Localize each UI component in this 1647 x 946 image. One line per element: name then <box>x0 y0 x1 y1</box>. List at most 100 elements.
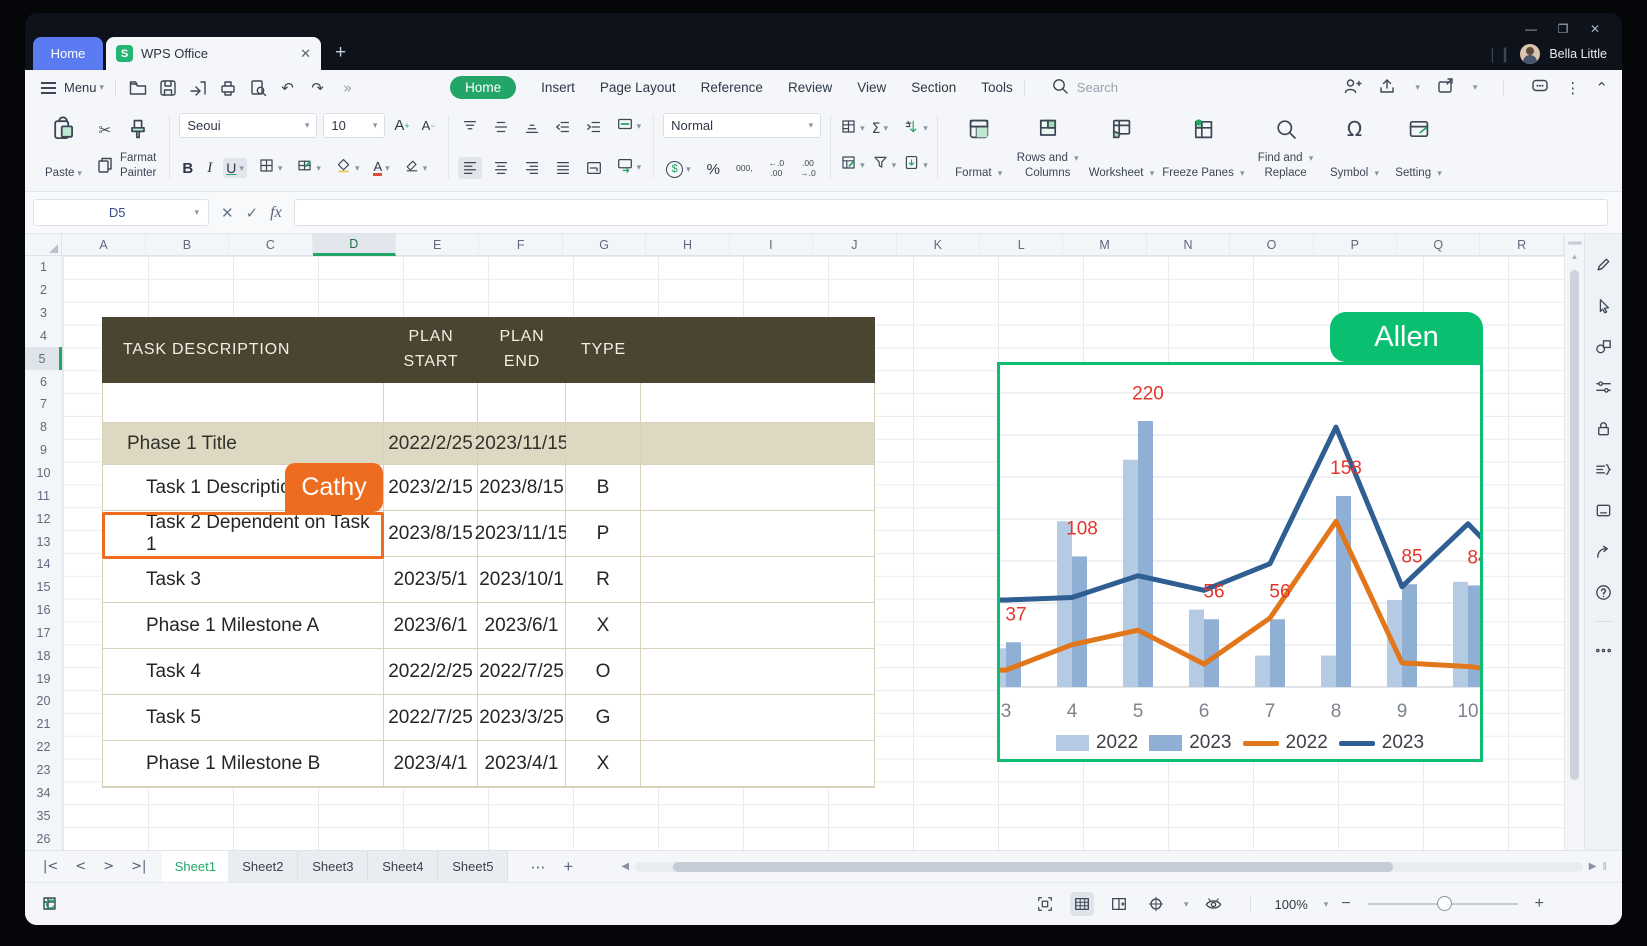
cell-type[interactable] <box>566 423 641 465</box>
align-right-icon[interactable] <box>520 157 544 179</box>
cell-task-description[interactable]: Phase 1 Milestone B <box>103 741 384 787</box>
comment-icon[interactable] <box>1530 76 1550 99</box>
cell-task-description[interactable] <box>103 383 384 423</box>
copy-icon[interactable] <box>94 155 116 175</box>
column-header-P[interactable]: P <box>1314 234 1397 256</box>
symbol-button[interactable]: ΩSymbol ▾ <box>1323 112 1387 182</box>
cell-type[interactable]: X <box>566 741 641 787</box>
cell-plan-end[interactable]: 2023/4/1 <box>478 741 566 787</box>
decrease-font-icon[interactable]: A− <box>419 116 439 135</box>
zoom-slider-thumb[interactable] <box>1437 896 1452 911</box>
hamburger-menu-icon[interactable] <box>41 79 56 97</box>
row-header-17[interactable]: 17 <box>25 622 62 645</box>
cell-task-description[interactable]: Phase 1 Milestone A <box>103 603 384 649</box>
row-header-19[interactable]: 19 <box>25 667 62 690</box>
menu-button[interactable]: Menu <box>64 80 97 95</box>
reading-view-icon[interactable] <box>1202 892 1226 916</box>
borders-button[interactable]: ▾ <box>255 155 286 181</box>
eraser-button[interactable]: ▾ <box>401 156 431 181</box>
first-sheet-icon[interactable]: |< <box>43 859 58 874</box>
cell-plan-end[interactable]: 2023/10/1 <box>478 557 566 603</box>
row-header-16[interactable]: 16 <box>25 599 62 622</box>
cell-plan-start[interactable]: 2023/2/15 <box>384 465 478 511</box>
zoom-out-button[interactable]: − <box>1341 895 1350 913</box>
save-as-icon[interactable] <box>1435 76 1455 99</box>
align-top-icon[interactable] <box>458 116 482 138</box>
share-icon[interactable] <box>1377 76 1397 99</box>
cell-type[interactable]: R <box>566 557 641 603</box>
scroll-left-icon[interactable]: ◀ <box>621 861 629 872</box>
sheet-tab-sheet3[interactable]: Sheet3 <box>298 851 368 883</box>
zoom-in-button[interactable]: + <box>1535 895 1544 913</box>
ribbon-tab-tools[interactable]: Tools <box>981 80 1013 95</box>
italic-button[interactable]: I <box>204 158 215 179</box>
decrease-decimal-icon[interactable]: .00 →.0 <box>797 157 819 181</box>
cell-plan-start[interactable]: 2022/7/25 <box>384 695 478 741</box>
ribbon-tab-review[interactable]: Review <box>788 80 832 95</box>
cut-icon[interactable]: ✂ <box>94 120 116 140</box>
spreadsheet-grid[interactable]: ABCDEFGHIJKLMNOPQR 123456789101112131415… <box>25 234 1564 850</box>
currency-format-button[interactable]: $▾ <box>663 159 694 180</box>
open-file-icon[interactable] <box>127 77 148 98</box>
more-options-icon[interactable]: ⋮ <box>1565 79 1580 97</box>
find-and-button[interactable]: Find and ▾Replace <box>1249 112 1323 182</box>
row-header-10[interactable]: 10 <box>25 462 62 485</box>
format-button[interactable]: Format ▾ <box>947 112 1011 182</box>
combo-chart[interactable]: 3731084220556656715888598410 20222023202… <box>997 362 1483 762</box>
normal-view-icon[interactable] <box>1070 892 1094 916</box>
export-data-icon[interactable] <box>1594 449 1613 490</box>
row-header-7[interactable]: 7 <box>25 393 62 416</box>
more-tools-icon[interactable] <box>1594 630 1613 671</box>
sheet-tab-sheet1[interactable]: Sheet1 <box>162 851 228 883</box>
split-handle-icon[interactable]: ‖ <box>1602 861 1608 873</box>
percent-format-icon[interactable]: % <box>704 159 723 180</box>
column-header-H[interactable]: H <box>646 234 729 256</box>
cell-empty[interactable] <box>641 741 874 787</box>
prev-sheet-icon[interactable]: < <box>75 859 86 874</box>
sheet-tab-sheet5[interactable]: Sheet5 <box>438 851 508 883</box>
vertical-scroll-thumb[interactable] <box>1570 270 1579 780</box>
cancel-entry-icon[interactable]: ✕ <box>221 204 234 222</box>
cell-type[interactable]: O <box>566 649 641 695</box>
cell-plan-end[interactable]: 2023/11/15 <box>478 423 566 465</box>
properties-icon[interactable] <box>1594 367 1613 408</box>
row-header-35[interactable]: 35 <box>25 804 62 827</box>
zoom-level[interactable]: 100% <box>1275 897 1308 912</box>
undo-icon[interactable]: ↶ <box>277 77 298 98</box>
cell-plan-start[interactable]: 2023/6/1 <box>384 603 478 649</box>
row-header-21[interactable]: 21 <box>25 713 62 736</box>
add-sheet-button[interactable]: + <box>563 857 573 877</box>
cell-task-description[interactable]: Task 3 <box>103 557 384 603</box>
column-header-F[interactable]: F <box>479 234 562 256</box>
cell-empty[interactable] <box>641 557 874 603</box>
align-middle-icon[interactable] <box>489 116 513 138</box>
ribbon-tab-home[interactable]: Home <box>450 76 516 99</box>
cell-empty[interactable] <box>641 383 874 423</box>
insert-function-icon[interactable]: fx <box>270 204 282 222</box>
row-header-22[interactable]: 22 <box>25 736 62 759</box>
save-icon[interactable] <box>157 77 178 98</box>
cell-type[interactable] <box>566 383 641 423</box>
page-layout-view-icon[interactable] <box>1107 892 1131 916</box>
column-header-J[interactable]: J <box>813 234 896 256</box>
underline-button[interactable]: U▾ <box>223 158 247 178</box>
merge-center-button[interactable]: ▾ <box>613 113 645 140</box>
lock-icon[interactable] <box>1594 408 1613 449</box>
cell-task-description[interactable]: Task 4 <box>103 649 384 695</box>
ribbon-tab-section[interactable]: Section <box>911 80 956 95</box>
output-icon[interactable] <box>187 77 208 98</box>
cell-empty[interactable] <box>641 465 874 511</box>
scroll-right-icon[interactable]: ▶ <box>1589 861 1597 872</box>
cell-empty[interactable] <box>641 695 874 741</box>
column-header-I[interactable]: I <box>730 234 813 256</box>
fit-screen-icon[interactable] <box>1033 892 1057 916</box>
sort-button[interactable]: ▾ <box>903 118 928 140</box>
row-header-26[interactable]: 26 <box>25 827 62 850</box>
next-sheet-icon[interactable]: > <box>103 859 114 874</box>
setting-button[interactable]: Setting ▾ <box>1387 112 1451 182</box>
close-window-button[interactable]: ✕ <box>1588 22 1602 36</box>
cell-name-box[interactable]: D5▾ <box>33 199 209 226</box>
column-header-M[interactable]: M <box>1063 234 1146 256</box>
cell-task-description[interactable]: Task 5 <box>103 695 384 741</box>
column-header-L[interactable]: L <box>980 234 1063 256</box>
